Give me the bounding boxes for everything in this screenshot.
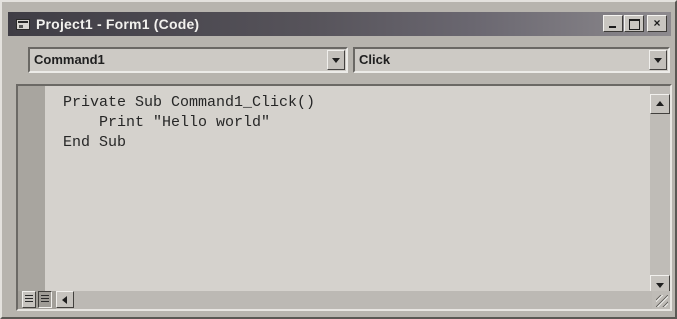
object-dropdown[interactable]: Command1 xyxy=(28,47,348,73)
full-module-view-icon xyxy=(41,295,49,304)
code-window: Project1 - Form1 (Code) × Command1 Click… xyxy=(0,0,677,319)
maximize-button[interactable] xyxy=(624,15,644,32)
chevron-down-icon[interactable] xyxy=(649,50,667,70)
procedure-view-icon xyxy=(25,295,33,304)
window-title: Project1 - Form1 (Code) xyxy=(36,16,200,32)
procedure-dropdown[interactable]: Click xyxy=(353,47,670,73)
code-line[interactable]: Private Sub Command1_Click() xyxy=(63,93,650,113)
procedure-view-button[interactable] xyxy=(22,291,36,308)
bottom-bar xyxy=(18,291,670,309)
close-icon: × xyxy=(653,16,661,30)
horizontal-scrollbar[interactable] xyxy=(56,291,670,309)
margin-indicator-bar[interactable] xyxy=(18,86,45,295)
scroll-up-icon[interactable] xyxy=(650,94,670,114)
form-icon[interactable] xyxy=(16,18,30,30)
minimize-button[interactable] xyxy=(603,15,623,32)
title-bar[interactable]: Project1 - Form1 (Code) × xyxy=(8,12,671,36)
code-line[interactable]: End Sub xyxy=(63,133,650,153)
chevron-down-icon[interactable] xyxy=(327,50,345,70)
procedure-dropdown-value: Click xyxy=(359,52,391,67)
window-controls: × xyxy=(603,15,667,32)
code-editor[interactable]: Private Sub Command1_Click() Print "Hell… xyxy=(45,86,650,295)
code-editor-frame: Private Sub Command1_Click() Print "Hell… xyxy=(16,84,672,311)
object-dropdown-value: Command1 xyxy=(34,52,105,67)
vertical-scrollbar[interactable] xyxy=(650,86,670,295)
code-line[interactable]: Print "Hello world" xyxy=(63,113,650,133)
resize-grip-icon[interactable] xyxy=(652,291,670,309)
scroll-left-icon[interactable] xyxy=(56,291,74,308)
close-button[interactable]: × xyxy=(647,15,667,32)
full-module-view-button[interactable] xyxy=(38,291,52,308)
